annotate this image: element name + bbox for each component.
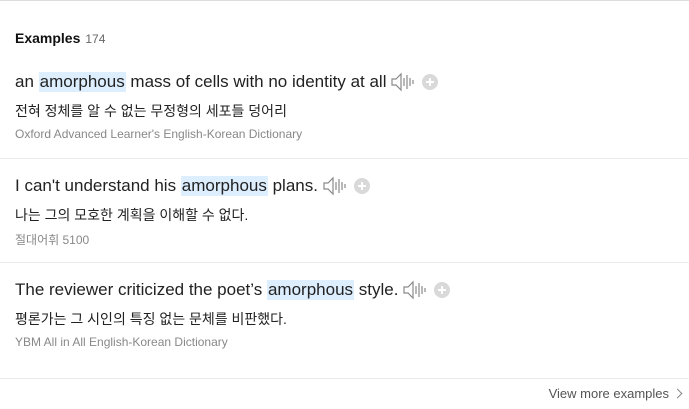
sentence-text-after: mass of cells with no identity at all [125,72,387,91]
example-translation: 평론가는 그 시인의 특징 없는 문체를 비판했다. [15,311,287,327]
example-sentence: The reviewer criticized the poet’s amorp… [15,280,451,300]
highlighted-word[interactable]: amorphous [266,280,355,300]
speaker-icon[interactable] [322,176,348,196]
view-more-label: View more examples [548,386,669,401]
chevron-right-icon [672,388,683,399]
divider [0,158,689,159]
example-sentence: an amorphous mass of cells with no ident… [15,72,439,92]
highlighted-word[interactable]: amorphous [38,72,126,92]
sentence-text-before: an [15,72,39,91]
example-source[interactable]: Oxford Advanced Learner's English-Korean… [15,127,302,141]
sentence-text-before: The reviewer criticized the poet’s [15,280,267,299]
highlighted-word[interactable]: amorphous [180,176,268,196]
view-more-examples-link[interactable]: View more examples [548,386,683,401]
add-to-wordbook-icon[interactable] [353,178,370,194]
add-to-wordbook-icon[interactable] [434,282,451,298]
add-to-wordbook-icon[interactable] [422,74,439,90]
examples-header: Examples 174 [15,30,105,46]
examples-count: 174 [85,32,106,46]
sentence-text-before: I can't understand his [15,176,181,195]
section-title: Examples [15,30,81,46]
example-sentence: I can't understand his amorphous plans. [15,176,370,196]
example-source[interactable]: 절대어휘 5100 [15,231,89,248]
example-translation: 전혀 정체를 알 수 없는 무정형의 세포들 덩어리 [15,103,287,119]
sentence-text-after: plans. [267,176,318,195]
divider [0,378,689,379]
speaker-icon[interactable] [402,280,428,300]
example-translation: 나는 그의 모호한 계획을 이해할 수 없다. [15,207,249,223]
top-divider [0,0,689,1]
speaker-icon[interactable] [390,72,416,92]
sentence-text-after: style. [354,280,399,299]
divider [0,262,689,263]
example-source[interactable]: YBM All in All English-Korean Dictionary [15,335,228,349]
